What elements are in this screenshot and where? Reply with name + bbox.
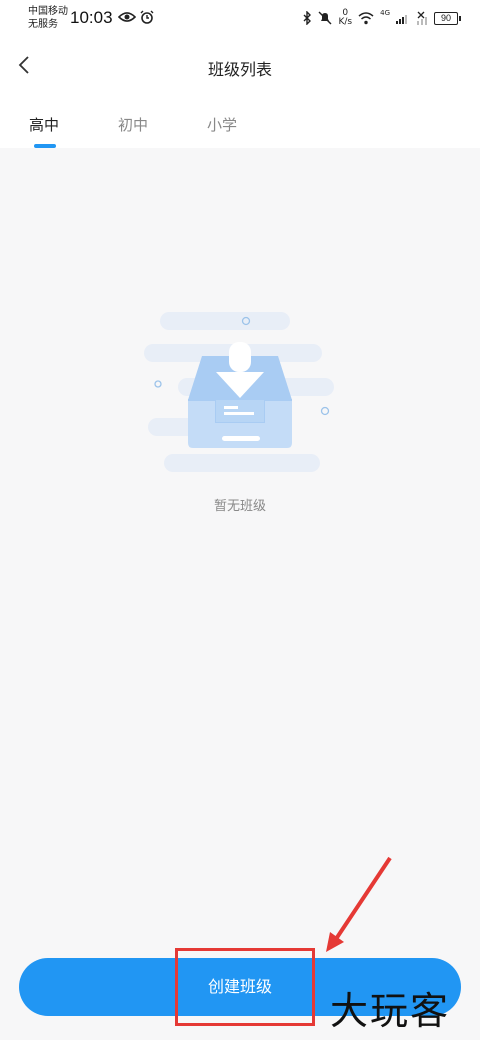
signal-empty-icon	[417, 11, 427, 25]
carrier-service: 无服务	[28, 19, 58, 30]
status-time: 10:03	[70, 8, 113, 27]
wifi-icon	[358, 11, 374, 24]
empty-inbox-icon	[144, 312, 334, 472]
status-right-icons: 0 K/s 4G 90	[302, 8, 461, 28]
alarm-icon	[140, 10, 154, 24]
signal-icon	[396, 15, 407, 24]
net-speed: 0 K/s	[338, 9, 352, 27]
tab-middle-school[interactable]: 初中	[118, 114, 148, 135]
tab-primary-school[interactable]: 小学	[207, 114, 237, 135]
tab-active-indicator	[34, 144, 56, 148]
tab-bar: 高中 初中 小学	[0, 92, 480, 148]
net-speed-unit: K/s	[338, 17, 353, 27]
watermark-text: 大玩客	[330, 989, 451, 1033]
mute-icon	[318, 11, 332, 25]
bluetooth-icon	[303, 11, 312, 25]
carrier-info: 中国移动 无服务	[28, 5, 68, 31]
empty-state-text: 暂无班级	[213, 499, 266, 514]
eye-icon	[118, 12, 136, 22]
tab-high-school[interactable]: 高中	[29, 114, 59, 135]
nav-bar: 班级列表	[0, 40, 480, 92]
battery-indicator: 90	[434, 11, 461, 25]
status-bar: 中国移动 无服务 10:03 0 K/s 4G 90	[0, 0, 480, 40]
page-title: 班级列表	[207, 60, 272, 79]
highlight-box	[175, 948, 315, 1026]
network-type-label: 4G	[380, 9, 390, 17]
red-arrow-icon	[326, 856, 392, 952]
carrier-name: 中国移动	[28, 6, 68, 17]
